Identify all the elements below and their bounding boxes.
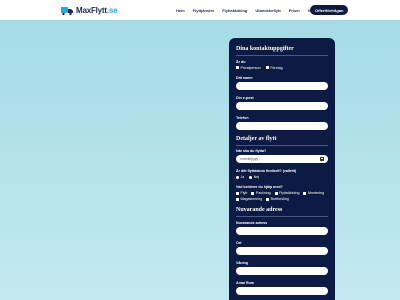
- date-placeholder: mm/dd/yyyy: [240, 157, 259, 161]
- divider: [236, 55, 328, 56]
- option-private[interactable]: Privatperson: [236, 66, 261, 70]
- radio[interactable]: [236, 175, 239, 179]
- option-label: Packning: [255, 191, 271, 195]
- checkbox[interactable]: [274, 191, 278, 195]
- floor-input[interactable]: [236, 266, 328, 275]
- divider: [236, 144, 328, 145]
- option-assembly[interactable]: Montering: [303, 191, 324, 195]
- checkbox[interactable]: [251, 191, 255, 195]
- option-label: Flyttstädning: [279, 191, 300, 195]
- phone-label: Telefon: [236, 115, 249, 120]
- rooms-label: Antal Rum: [236, 280, 254, 285]
- option-label: Företag: [270, 65, 283, 70]
- option-label: Ja: [240, 175, 245, 179]
- help-label: Vad behöver du hjälp med?: [236, 185, 283, 189]
- option-label: Flytt: [240, 191, 248, 195]
- hero-background: [0, 20, 400, 300]
- logo[interactable]: MaxFlytt.se: [60, 4, 118, 16]
- radio[interactable]: [249, 175, 253, 179]
- nav-prices[interactable]: Priser: [289, 8, 300, 13]
- rooms-input[interactable]: [236, 286, 328, 295]
- truck-logo-icon: [60, 5, 74, 16]
- city-label: Ort: [236, 240, 242, 245]
- email-input[interactable]: [236, 101, 328, 110]
- name-label: Ditt namn: [236, 75, 253, 80]
- quote-form: Dina kontaktuppgifter Är du Privatperson…: [229, 38, 335, 300]
- flexible-label: Är ditt flyttdatum flexibelt? (valfritt): [236, 169, 297, 173]
- checkbox[interactable]: [303, 191, 307, 195]
- customer-type-options: Privatperson Företag: [236, 66, 328, 70]
- checkbox[interactable]: [236, 197, 239, 201]
- floor-label: Våning: [236, 260, 248, 265]
- checkbox[interactable]: [236, 191, 239, 195]
- phone-input[interactable]: [236, 121, 328, 130]
- nav-home[interactable]: Hem: [176, 8, 185, 13]
- checkbox[interactable]: [265, 66, 269, 69]
- logo-text: MaxFlytt.se: [76, 5, 118, 15]
- option-disposal[interactable]: Bortforsling: [266, 197, 289, 201]
- nav-abroad[interactable]: Utandskeflytt: [255, 8, 280, 13]
- option-cleaning[interactable]: Flyttstädning: [274, 191, 300, 195]
- option-storage[interactable]: Magasinering: [236, 197, 262, 201]
- option-company[interactable]: Företag: [265, 65, 283, 70]
- move-section-title: Detaljer av flytt: [236, 135, 277, 142]
- address-label: Nuvarande adress: [236, 220, 268, 225]
- quote-request-button[interactable]: Offertförfrågan: [310, 5, 349, 15]
- option-label: Magasinering: [240, 197, 263, 201]
- option-move[interactable]: Flytt: [236, 191, 247, 195]
- option-label: Montering: [307, 191, 324, 195]
- logo-tld: .se: [106, 5, 118, 15]
- site-header: MaxFlytt.se Hem Flyttjänster Flyttstädni…: [0, 0, 400, 20]
- option-packing[interactable]: Packning: [251, 191, 271, 195]
- nav-services[interactable]: Flyttjänster: [193, 8, 215, 13]
- option-label: Privatperson: [240, 65, 261, 70]
- nav-cleaning[interactable]: Flyttstädning: [222, 8, 247, 13]
- name-input[interactable]: [236, 81, 328, 90]
- current-address-section-title: Nuvarande adress: [236, 207, 283, 213]
- calendar-icon[interactable]: [320, 157, 324, 161]
- flexible-options: Ja Nej: [236, 175, 328, 179]
- main-nav: Hem Flyttjänster Flyttstädning Utandskef…: [168, 0, 323, 20]
- city-input[interactable]: [236, 246, 328, 255]
- logo-brand: MaxFlytt: [76, 5, 107, 15]
- option-label: Bortforsling: [270, 197, 289, 201]
- date-input[interactable]: mm/dd/yyyy: [236, 155, 328, 163]
- option-yes[interactable]: Ja: [236, 175, 244, 179]
- date-label: När ska du flytta?: [236, 149, 267, 153]
- email-label: Din e-post: [236, 95, 254, 100]
- checkbox[interactable]: [266, 197, 270, 201]
- option-label: Nej: [253, 175, 260, 179]
- option-no[interactable]: Nej: [249, 175, 259, 179]
- checkbox[interactable]: [236, 66, 239, 69]
- address-input[interactable]: [236, 226, 328, 235]
- contact-section-title: Dina kontaktuppgifter: [236, 46, 294, 52]
- customer-type-label: Är du: [236, 59, 246, 64]
- divider: [236, 216, 328, 217]
- help-options: Flytt Packning Flyttstädning Montering M…: [236, 191, 330, 201]
